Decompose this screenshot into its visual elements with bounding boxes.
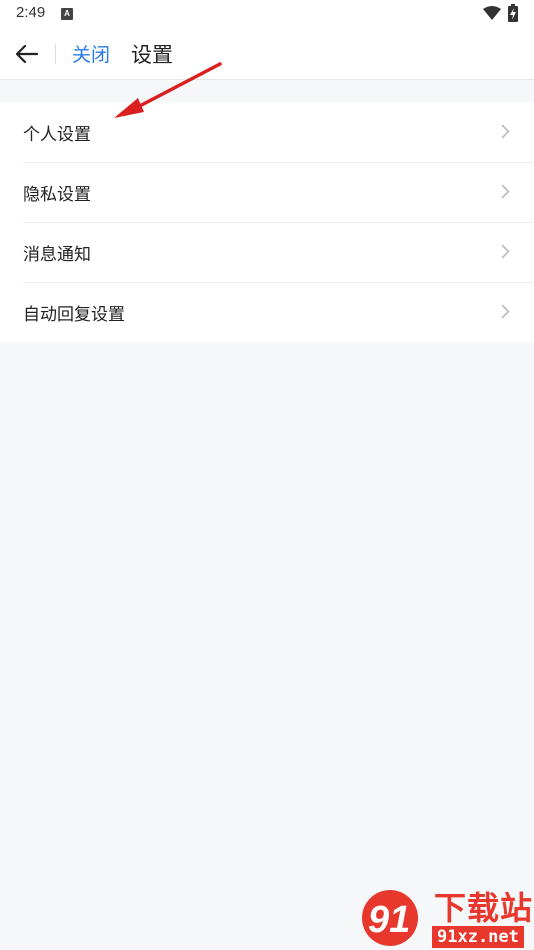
- settings-item-personal[interactable]: 个人设置: [0, 102, 534, 162]
- settings-screen: 2:49 A 关闭 设置 个人设置 隐私设置 消息通知 自动回复设置 91 下载…: [0, 0, 534, 950]
- chevron-right-icon: [501, 304, 510, 319]
- chevron-right-icon: [501, 244, 510, 259]
- nav-bar: 关闭 设置: [0, 28, 534, 80]
- red-arrow-annotation: [114, 62, 222, 118]
- settings-item-privacy[interactable]: 隐私设置: [0, 162, 534, 222]
- notification-a-icon: A: [61, 8, 73, 20]
- settings-item-label: 自动回复设置: [23, 304, 125, 325]
- watermark: 91 下载站 91xz.net: [362, 888, 534, 950]
- arrow-left-icon: [15, 44, 39, 64]
- battery-charging-icon: [508, 4, 518, 22]
- status-time: 2:49: [16, 4, 46, 21]
- watermark-domain: 91xz.net: [432, 926, 524, 948]
- status-bar: 2:49 A: [0, 0, 534, 28]
- watermark-logo: 91: [362, 890, 418, 946]
- back-button[interactable]: [12, 40, 42, 68]
- wifi-icon: [483, 6, 501, 20]
- chevron-right-icon: [501, 124, 510, 139]
- nav-divider: [55, 44, 56, 64]
- settings-item-auto-reply[interactable]: 自动回复设置: [0, 282, 534, 342]
- close-link[interactable]: 关闭: [72, 40, 110, 67]
- settings-item-notifications[interactable]: 消息通知: [0, 222, 534, 282]
- watermark-title: 下载站: [434, 889, 534, 927]
- chevron-right-icon: [501, 184, 510, 199]
- settings-item-label: 消息通知: [23, 244, 91, 265]
- watermark-logo-text: 91: [368, 899, 411, 941]
- settings-item-label: 隐私设置: [23, 184, 91, 205]
- settings-item-label: 个人设置: [23, 124, 91, 145]
- settings-list: 个人设置 隐私设置 消息通知 自动回复设置: [0, 102, 534, 342]
